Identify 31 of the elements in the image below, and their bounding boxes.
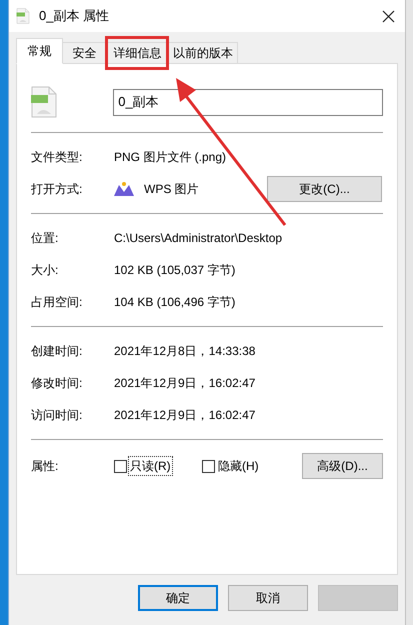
highlight-frame (105, 36, 169, 70)
field-value: WPS 图片 (144, 181, 199, 198)
dialog-button[interactable]: 取消 (228, 585, 308, 611)
field-label: 修改时间: (31, 375, 84, 392)
checkbox[interactable]: 隐藏(H) (202, 456, 290, 476)
close-icon[interactable] (382, 10, 395, 22)
field-value: 102 KB (105,037 字节) (114, 262, 236, 279)
field-value: 2021年12月9日，16:02:47 (114, 407, 256, 424)
app-icon (114, 182, 134, 196)
field-label: 文件类型: (31, 149, 84, 166)
field-label: 创建时间: (31, 343, 84, 360)
dialog-button[interactable]: 确定 (138, 585, 218, 611)
field-label: 访问时间: (31, 407, 84, 424)
field-label: 属性: (31, 458, 60, 475)
field-value: 2021年12月9日，16:02:47 (114, 375, 256, 392)
field-value: PNG 图片文件 (.png) (114, 149, 226, 166)
field-label: 打开方式: (31, 181, 84, 198)
advanced-button[interactable]: 高级(D)... (302, 453, 383, 479)
image-file-icon (31, 86, 57, 118)
change-button[interactable]: 更改(C)... (267, 176, 382, 202)
tab[interactable]: 常规 (16, 38, 63, 64)
field-label: 占用空间: (31, 294, 84, 311)
field-value: 2021年12月8日，14:33:38 (114, 343, 256, 360)
image-file-icon (16, 8, 30, 24)
file-name-field[interactable]: 0_副本 (113, 88, 383, 116)
tab[interactable]: 以前的版本 (168, 42, 238, 64)
field-value: C:\Users\Administrator\Desktop (114, 230, 282, 247)
window-title: 0_副本 属性 (39, 7, 110, 26)
field-value: 104 KB (106,496 字节) (114, 294, 236, 311)
field-label: 大小: (31, 262, 60, 279)
field-label: 位置: (31, 230, 60, 247)
